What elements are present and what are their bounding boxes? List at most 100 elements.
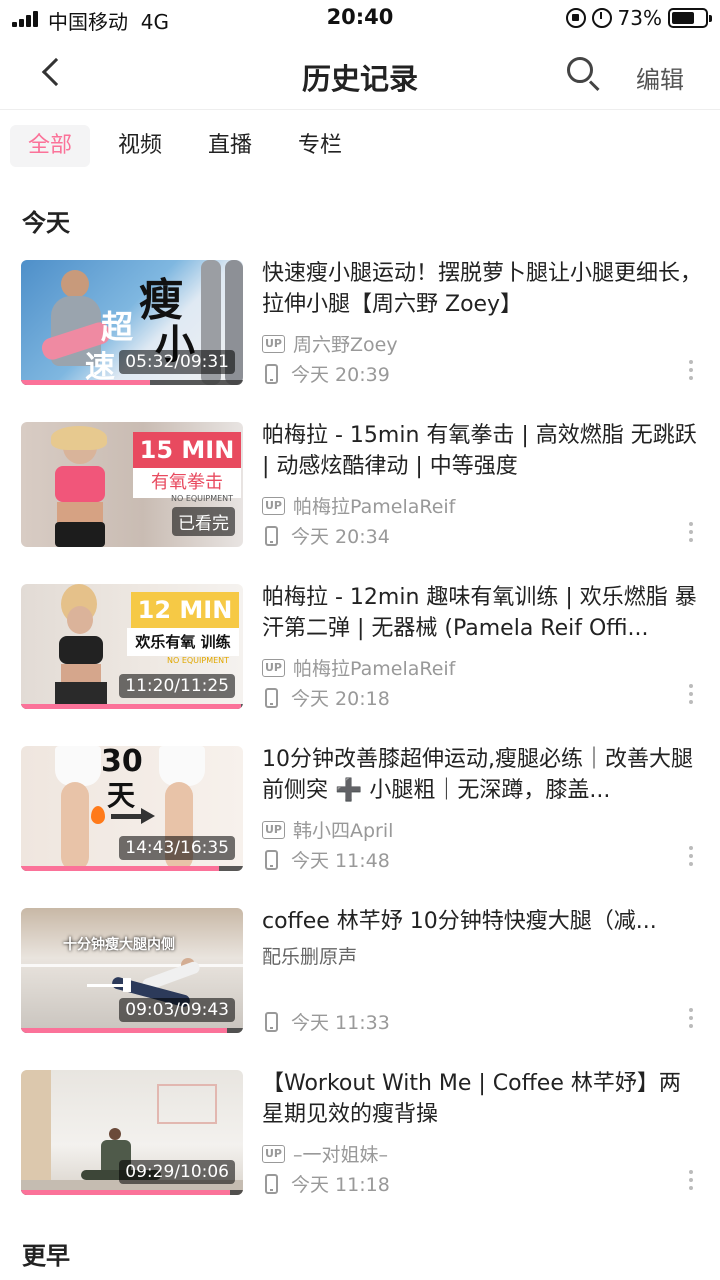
more-button[interactable] xyxy=(684,846,698,870)
status-bar: 中国移动 4G 20:40 73% xyxy=(0,0,720,38)
history-item[interactable]: 瘦 超 小 速 05:32/09:31 快速瘦小腿运动！摆脱萝卜腿让小腿更细长，… xyxy=(0,260,720,388)
time-row: 今天 11:18 xyxy=(262,1170,390,1197)
video-title[interactable]: coffee 林芊妤 10分钟特快瘦大腿（减... xyxy=(262,906,702,937)
search-icon xyxy=(567,57,593,83)
watch-progress xyxy=(21,1190,230,1195)
thumb-text: NO EQUIPMENT xyxy=(167,656,230,665)
watch-time: 今天 20:34 xyxy=(291,526,390,548)
video-thumbnail[interactable]: 十分钟瘦大腿内侧 09:03/09:43 xyxy=(21,908,243,1033)
history-item[interactable]: 30 天 14:43/16:35 10分钟改善膝超伸运动,瘦腿必练｜改善大腿前侧… xyxy=(0,746,720,874)
duration-label: 09:03/09:43 xyxy=(119,998,235,1022)
video-thumbnail[interactable]: 30 天 14:43/16:35 xyxy=(21,746,243,871)
author-name: –一对姐妹– xyxy=(293,1144,389,1166)
time-row: 今天 20:34 xyxy=(262,522,390,549)
time-row: 今天 11:33 xyxy=(262,1008,390,1035)
duration-label: 05:32/09:31 xyxy=(119,350,235,374)
history-item[interactable]: 十分钟瘦大腿内侧 09:03/09:43 coffee 林芊妤 10分钟特快瘦大… xyxy=(0,908,720,1036)
page-title: 历史记录 xyxy=(301,62,418,96)
tab-all[interactable]: 全部 xyxy=(10,125,91,167)
video-thumbnail[interactable]: 瘦 超 小 速 05:32/09:31 xyxy=(21,260,243,385)
tab-live[interactable]: 直播 xyxy=(190,125,270,167)
watch-time: 今天 20:39 xyxy=(291,364,390,386)
duration-label: 已看完 xyxy=(172,507,235,536)
video-title[interactable]: 帕梅拉 - 15min 有氧拳击 | 高效燃脂 无跳跃 | 动感炫酷律动 | 中… xyxy=(262,420,702,482)
battery-fill xyxy=(672,12,695,24)
up-badge: UP xyxy=(262,658,285,677)
watch-time: 今天 11:33 xyxy=(291,1012,390,1034)
phone-icon xyxy=(265,363,278,384)
video-thumbnail[interactable]: 09:29/10:06 xyxy=(21,1070,243,1195)
duration-label: 14:43/16:35 xyxy=(119,836,235,860)
watch-progress xyxy=(21,1028,228,1033)
video-title[interactable]: 【Workout With Me | Coffee 林芊妤】两星期见效的瘦背操 xyxy=(262,1068,702,1130)
phone-icon xyxy=(265,849,278,870)
duration-label: 11:20/11:25 xyxy=(119,674,235,698)
author-row: UP 帕梅拉PamelaReif xyxy=(262,492,455,519)
tab-video[interactable]: 视频 xyxy=(100,125,180,167)
phone-icon xyxy=(265,687,278,708)
thumb-text: 12 MIN xyxy=(131,592,239,628)
nav-bar: 历史记录 编辑 xyxy=(0,38,720,110)
author-name: 帕梅拉PamelaReif xyxy=(293,496,456,518)
battery-percent: 73% xyxy=(617,6,662,30)
watch-time: 今天 11:48 xyxy=(291,850,390,872)
watch-time: 今天 20:18 xyxy=(291,688,390,710)
thumb-text: 速 xyxy=(85,350,115,385)
author-row: UP 韩小四April xyxy=(262,816,393,843)
author-row: UP 帕梅拉PamelaReif xyxy=(262,654,455,681)
more-button[interactable] xyxy=(684,1170,698,1194)
time-row: 今天 11:48 xyxy=(262,846,390,873)
subtitle-row: 配乐删原声 xyxy=(262,942,357,969)
video-title[interactable]: 帕梅拉 - 12min 趣味有氧训练 | 欢乐燃脂 暴汗第二弹 | 无器械 (P… xyxy=(262,582,702,644)
more-button[interactable] xyxy=(684,522,698,546)
time-row: 今天 20:18 xyxy=(262,684,390,711)
author-row: UP 周六野Zoey xyxy=(262,330,398,357)
more-button[interactable] xyxy=(684,684,698,708)
rotation-lock-icon xyxy=(565,8,586,28)
author-row: UP –一对姐妹– xyxy=(262,1140,388,1167)
section-earlier: 更早 xyxy=(22,1242,70,1270)
thumb-text: 欢乐有氧 训练 xyxy=(127,628,239,656)
more-button[interactable] xyxy=(684,360,698,384)
up-badge: UP xyxy=(262,496,285,515)
tab-column[interactable]: 专栏 xyxy=(280,125,360,167)
more-button[interactable] xyxy=(684,1008,698,1032)
watch-progress xyxy=(21,866,219,871)
section-today: 今天 xyxy=(22,209,70,237)
up-badge: UP xyxy=(262,334,285,353)
video-title[interactable]: 快速瘦小腿运动！摆脱萝卜腿让小腿更细长，拉伸小腿【周六野 Zoey】 xyxy=(262,258,702,320)
battery-icon xyxy=(668,8,712,28)
phone-icon xyxy=(265,525,278,546)
history-item[interactable]: 12 MIN 欢乐有氧 训练 NO EQUIPMENT 11:20/11:25 … xyxy=(0,584,720,712)
phone-icon xyxy=(265,1173,278,1194)
watch-progress xyxy=(21,380,150,385)
thumb-text: 十分钟瘦大腿内侧 xyxy=(63,937,175,953)
video-thumbnail[interactable]: 15 MIN 有氧拳击 NO EQUIPMENT 已看完 xyxy=(21,422,243,547)
up-badge: UP xyxy=(262,1144,285,1163)
arrow-head-icon xyxy=(141,808,155,824)
time-row: 今天 20:39 xyxy=(262,360,390,387)
up-badge: UP xyxy=(262,820,285,839)
video-thumbnail[interactable]: 12 MIN 欢乐有氧 训练 NO EQUIPMENT 11:20/11:25 xyxy=(21,584,243,709)
author-name: 韩小四April xyxy=(293,820,394,842)
thumb-text: 15 MIN xyxy=(133,432,241,468)
search-button[interactable] xyxy=(562,54,602,94)
fire-icon xyxy=(91,806,105,824)
filter-tabs: 全部 视频 直播 专栏 xyxy=(10,125,360,167)
search-icon-handle xyxy=(588,80,600,92)
alarm-icon xyxy=(591,8,612,28)
author-name: 周六野Zoey xyxy=(293,334,398,356)
author-name: 帕梅拉PamelaReif xyxy=(293,658,456,680)
watch-time: 今天 11:18 xyxy=(291,1174,390,1196)
history-item[interactable]: 09:29/10:06 【Workout With Me | Coffee 林芊… xyxy=(0,1070,720,1198)
history-item[interactable]: 15 MIN 有氧拳击 NO EQUIPMENT 已看完 帕梅拉 - 15min… xyxy=(0,422,720,550)
thumb-text: NO EQUIPMENT xyxy=(171,494,234,503)
watch-progress xyxy=(21,704,241,709)
thumb-text: 天 xyxy=(107,779,136,812)
duration-label: 09:29/10:06 xyxy=(119,1160,235,1184)
video-title[interactable]: 10分钟改善膝超伸运动,瘦腿必练｜改善大腿前侧突 ➕ 小腿粗｜无深蹲，膝盖... xyxy=(262,744,702,806)
video-subtitle: 配乐删原声 xyxy=(262,946,358,968)
edit-button[interactable]: 编辑 xyxy=(636,60,684,95)
status-right: 73% xyxy=(565,6,712,30)
phone-icon xyxy=(265,1011,278,1032)
